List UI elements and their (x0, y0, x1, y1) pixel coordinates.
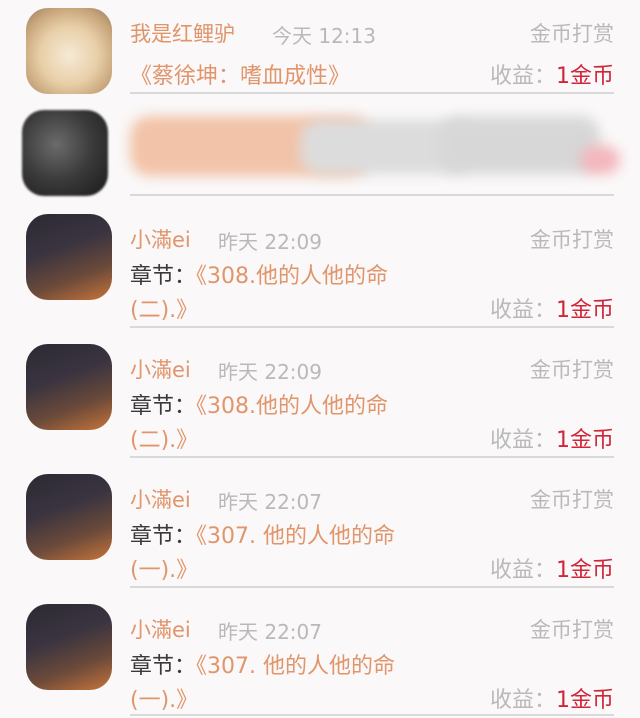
chapter-name: 《307. 他的人他的命 (196, 524, 395, 549)
reward-type: 金币打赏 (530, 22, 614, 46)
reward-type: 金币打赏 (530, 358, 614, 382)
avatar[interactable] (26, 344, 112, 430)
chapter-name-cont[interactable]: (一).》 (130, 682, 198, 714)
income: 收益：1金币 (490, 422, 614, 454)
income-amount: 1金币 (556, 428, 614, 453)
chapter-prefix: 章节： (130, 394, 197, 419)
income: 收益：1金币 (490, 292, 614, 324)
avatar (22, 110, 108, 196)
income-label: 收益： (489, 558, 556, 583)
chapter-title[interactable]: 章节：《308.他的人他的命 (130, 258, 388, 290)
income-label: 收益： (489, 298, 556, 323)
reward-list-item[interactable]: 小滿ei 昨天 22:09 金币打赏 章节：《308.他的人他的命 (二).》 … (0, 330, 640, 460)
timestamp: 昨天 22:09 (218, 360, 322, 384)
chapter-name-cont[interactable]: (二).》 (130, 422, 198, 454)
divider (130, 456, 614, 458)
income-label: 收益： (489, 428, 556, 453)
chapter-prefix: 章节： (130, 524, 197, 549)
avatar[interactable] (26, 604, 112, 690)
divider (130, 326, 614, 328)
reward-type: 金币打赏 (530, 618, 614, 642)
divider (130, 586, 614, 588)
work-title[interactable]: 《蔡徐坤：嗜血成性》 (130, 58, 350, 90)
timestamp: 昨天 22:07 (218, 620, 322, 644)
chapter-name-cont[interactable]: (一).》 (130, 552, 198, 584)
redaction-smear (580, 146, 620, 174)
divider (130, 92, 614, 94)
income: 收益：1金币 (490, 682, 614, 714)
chapter-name-cont[interactable]: (二).》 (130, 292, 198, 324)
income-amount: 1金币 (556, 688, 614, 713)
chapter-title[interactable]: 章节：《307. 他的人他的命 (130, 518, 395, 550)
sender-name[interactable]: 小滿ei (130, 224, 191, 254)
reward-type: 金币打赏 (530, 488, 614, 512)
timestamp: 昨天 22:07 (218, 490, 322, 514)
chapter-prefix: 章节： (130, 654, 197, 679)
timestamp: 昨天 22:09 (218, 230, 322, 254)
income-amount: 1金币 (556, 64, 614, 89)
income-amount: 1金币 (556, 298, 614, 323)
sender-name[interactable]: 我是红鲤驴 (130, 18, 235, 48)
avatar[interactable] (26, 474, 112, 560)
income-label: 收益： (489, 688, 556, 713)
chapter-title[interactable]: 章节：《308.他的人他的命 (130, 388, 388, 420)
reward-list-item[interactable]: 我是红鲤驴 今天 12:13 金币打赏 《蔡徐坤：嗜血成性》 收益：1金币 (0, 0, 640, 96)
timestamp: 今天 12:13 (272, 24, 376, 48)
sender-name[interactable]: 小滿ei (130, 484, 191, 514)
reward-list-item[interactable]: 小滿ei 昨天 22:07 金币打赏 章节：《307. 他的人他的命 (一).》… (0, 590, 640, 718)
chapter-name: 《308.他的人他的命 (196, 264, 389, 289)
chapter-name: 《307. 他的人他的命 (196, 654, 395, 679)
reward-list-item[interactable]: 小滿ei 昨天 22:09 金币打赏 章节：《308.他的人他的命 (二).》 … (0, 200, 640, 330)
redaction-smear (440, 116, 600, 174)
chapter-name: 《308.他的人他的命 (196, 394, 389, 419)
avatar[interactable] (26, 214, 112, 300)
avatar[interactable] (26, 8, 112, 94)
income-label: 收益： (489, 64, 556, 89)
sender-name[interactable]: 小滿ei (130, 354, 191, 384)
chapter-prefix: 章节： (130, 264, 197, 289)
divider (130, 714, 614, 716)
reward-list-item-redacted (0, 96, 640, 200)
income-amount: 1金币 (556, 558, 614, 583)
reward-type: 金币打赏 (530, 228, 614, 252)
income: 收益：1金币 (490, 552, 614, 584)
sender-name[interactable]: 小滿ei (130, 614, 191, 644)
income: 收益：1金币 (490, 58, 614, 90)
divider (130, 194, 614, 196)
chapter-title[interactable]: 章节：《307. 他的人他的命 (130, 648, 395, 680)
reward-list-item[interactable]: 小滿ei 昨天 22:07 金币打赏 章节：《307. 他的人他的命 (一).》… (0, 460, 640, 590)
